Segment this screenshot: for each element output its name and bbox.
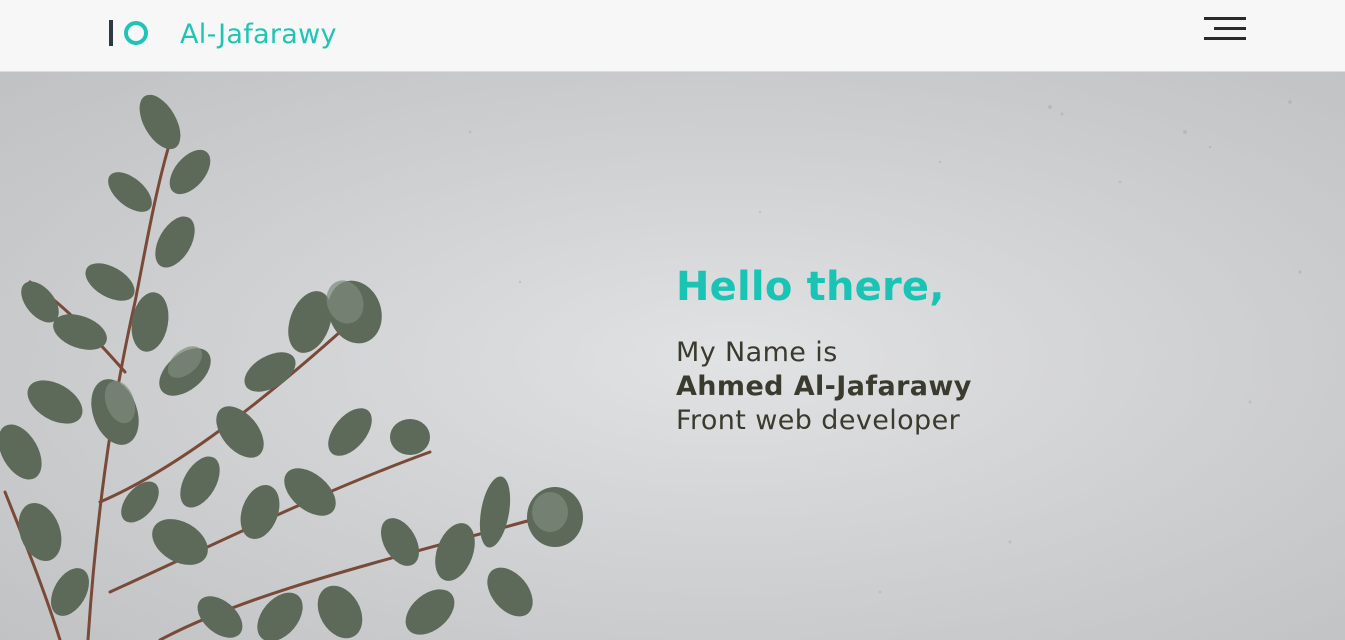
- intro-line: My Name is: [676, 337, 838, 368]
- developer-role: Front web developer: [676, 405, 961, 436]
- navbar: Al-Jafarawy: [0, 0, 1345, 72]
- brand-name[interactable]: Al-Jafarawy: [180, 17, 337, 53]
- hero-text: Hello there, My Name is Ahmed Al-Jafaraw…: [676, 262, 1236, 438]
- hero-section: Hello there, My Name is Ahmed Al-Jafaraw…: [0, 72, 1345, 640]
- intro-block: My Name is Ahmed Al-Jafarawy Front web d…: [676, 336, 1236, 438]
- developer-name: Ahmed Al-Jafarawy: [676, 371, 972, 402]
- hamburger-menu-icon[interactable]: [1204, 16, 1246, 42]
- io-logo-icon[interactable]: [108, 19, 152, 47]
- greeting-heading: Hello there,: [676, 264, 945, 310]
